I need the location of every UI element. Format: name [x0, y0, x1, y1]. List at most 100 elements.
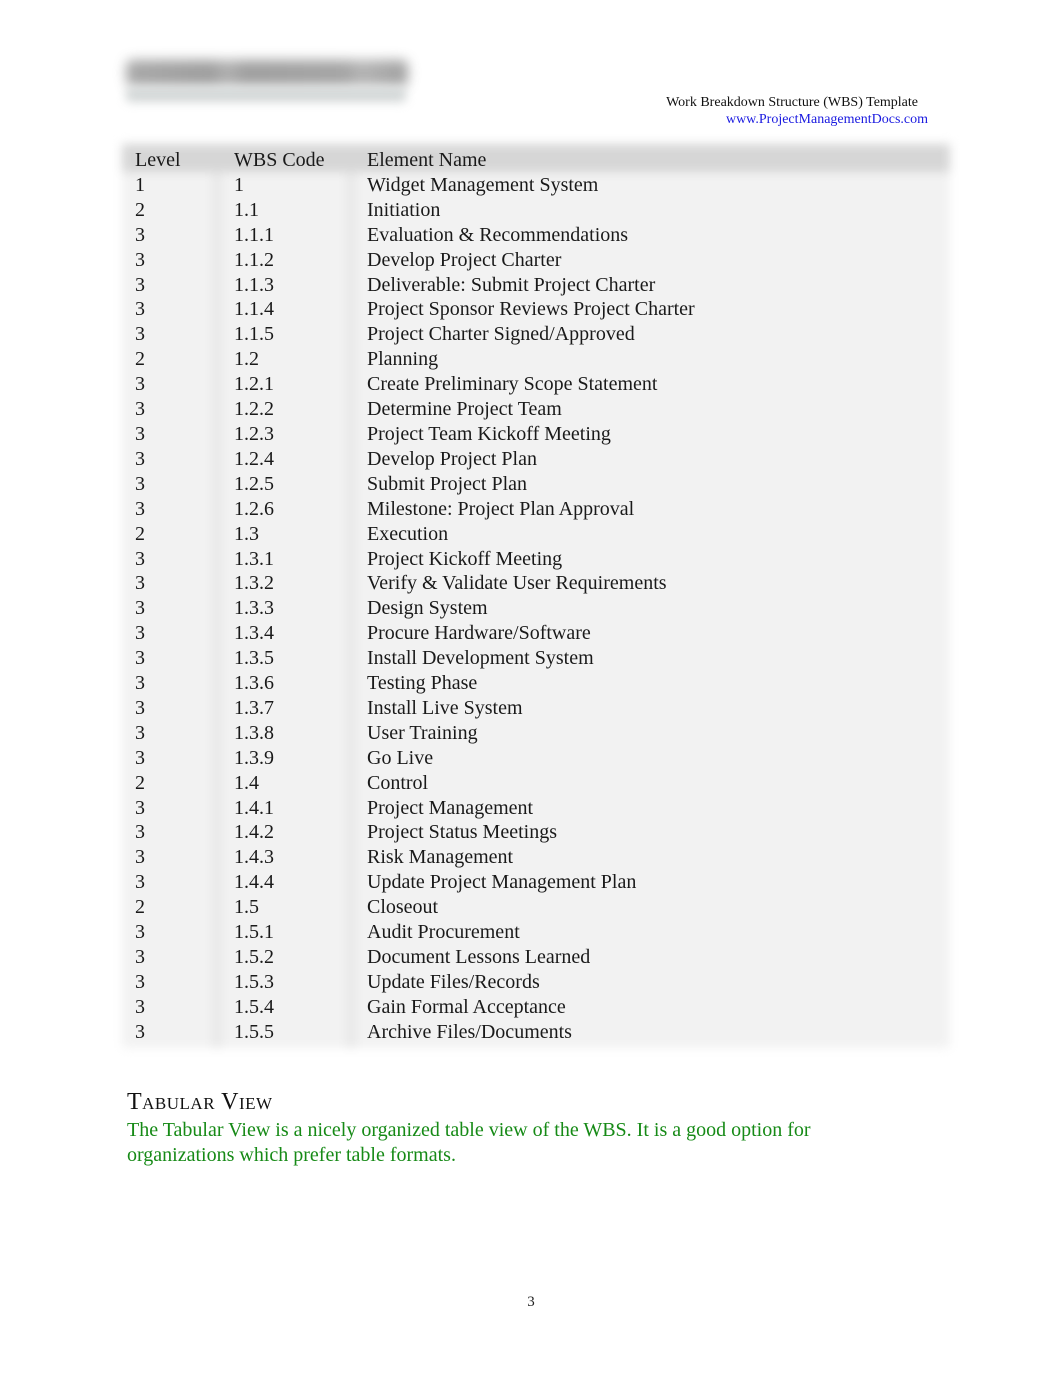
cell-level: 3	[135, 447, 145, 470]
cell-level: 3	[135, 721, 145, 744]
cell-element-name: Project Sponsor Reviews Project Charter	[367, 298, 695, 321]
cell-level: 3	[135, 248, 145, 271]
cell-element-name: Project Kickoff Meeting	[367, 547, 563, 570]
cell-wbs-code: 1	[234, 173, 244, 196]
cell-element-name: Develop Project Plan	[367, 447, 537, 470]
cell-wbs-code: 1.2.3	[234, 422, 274, 445]
table-row: 3 1.1.1 Evaluation & Recommendations	[122, 223, 950, 248]
cell-element-name: Install Development System	[367, 647, 594, 670]
cell-element-name: Update Files/Records	[367, 970, 540, 993]
cell-element-name: Document Lessons Learned	[367, 946, 591, 968]
cell-level: 3	[135, 497, 145, 520]
cell-element-name: Planning	[367, 348, 439, 371]
document-title: Work Breakdown Structure (WBS) Template	[666, 95, 918, 110]
table-row: 3 1.5.3 Update Files/Records	[122, 970, 950, 995]
column-header-level: Level	[135, 149, 181, 171]
cell-element-name: Closeout	[367, 896, 439, 919]
table-row: 3 1.2.6 Milestone: Project Plan Approval	[122, 497, 950, 522]
cell-level: 1	[135, 173, 145, 196]
table-row: 3 1.3.9 Go Live	[122, 746, 950, 771]
cell-wbs-code: 1.3.7	[234, 696, 274, 719]
cell-wbs-code: 1.2.1	[234, 373, 274, 396]
cell-level: 3	[135, 746, 145, 769]
cell-level: 2	[135, 522, 145, 545]
cell-level: 3	[135, 472, 145, 495]
page-number: 3	[527, 1294, 535, 1310]
cell-element-name: Update Project Management Plan	[367, 871, 637, 894]
cell-element-name: Go Live	[367, 746, 434, 769]
cell-level: 3	[135, 672, 145, 695]
cell-wbs-code: 1.3.3	[234, 597, 274, 620]
table-row: 3 1.2.2 Determine Project Team	[122, 397, 950, 422]
cell-level: 3	[135, 846, 145, 869]
cell-level: 3	[135, 323, 145, 346]
cell-element-name: Develop Project Charter	[367, 248, 562, 271]
table-row: 3 1.5.4 Gain Formal Acceptance	[122, 995, 950, 1020]
cell-level: 3	[135, 647, 145, 670]
table-row: 3 1.1.3 Deliverable: Submit Project Charte…	[122, 273, 950, 298]
cell-wbs-code: 1.1	[234, 198, 259, 221]
cell-wbs-code: 1.3	[234, 522, 259, 545]
cell-wbs-code: 1.2	[234, 348, 259, 371]
cell-wbs-code: 1.2.2	[234, 398, 274, 421]
table-row: 2 1.3 Execution	[122, 522, 950, 547]
table-row: 1 1 Widget Management System	[122, 173, 950, 198]
cell-wbs-code: 1.5.3	[234, 970, 274, 993]
cell-element-name: Project Charter Signed/Approved	[367, 323, 635, 346]
cell-wbs-code: 1.4.2	[234, 821, 274, 844]
cell-element-name: Archive Files/Documents	[367, 1020, 572, 1043]
cell-wbs-code: 1.4	[234, 771, 259, 794]
cell-level: 3	[135, 796, 145, 819]
table-row: 3 1.1.4 Project Sponsor Reviews Project Ch…	[122, 297, 950, 322]
cell-level: 3	[135, 223, 145, 246]
cell-level: 3	[135, 821, 145, 844]
section-description: The Tabular View is a nicely organized t…	[127, 1119, 811, 1166]
cell-level: 3	[135, 572, 145, 595]
website-link[interactable]: www.ProjectManagementDocs.com	[726, 112, 928, 127]
table-row: 3 1.2.5 Submit Project Plan	[122, 472, 950, 497]
cell-wbs-code: 1.2.6	[234, 497, 274, 520]
cell-element-name: Design System	[367, 597, 488, 620]
column-header-wbs-code: WBS Code	[234, 149, 325, 171]
cell-level: 2	[135, 896, 145, 919]
cell-wbs-code: 1.1.2	[234, 248, 274, 271]
cell-element-name: Determine Project Team	[367, 398, 562, 421]
table-row: 3 1.4.2 Project Status Meetings	[122, 820, 950, 845]
cell-level: 3	[135, 1020, 145, 1043]
table-row: 3 1.3.8 User Training	[122, 721, 950, 746]
table-row: 2 1.5 Closeout	[122, 895, 950, 920]
cell-element-name: Execution	[367, 522, 449, 545]
cell-level: 3	[135, 995, 145, 1018]
cell-wbs-code: 1.4.1	[234, 796, 274, 819]
cell-level: 3	[135, 373, 145, 396]
cell-element-name: Verify & Validate User Requirements	[367, 572, 667, 595]
page-header: Work Breakdown Structure (WBS) Template …	[666, 94, 928, 128]
column-header-element-name: Element Name	[367, 149, 487, 171]
table-row: 3 1.2.1 Create Preliminary Scope Statement	[122, 372, 950, 397]
cell-wbs-code: 1.3.9	[234, 746, 274, 769]
table-row: 3 1.3.2 Verify & Validate User Requirement…	[122, 571, 950, 596]
cell-wbs-code: 1.1.3	[234, 273, 274, 296]
cell-level: 3	[135, 946, 145, 968]
cell-element-name: Initiation	[367, 198, 441, 221]
cell-level: 3	[135, 696, 145, 719]
table-row: 3 1.5.1 Audit Procurement	[122, 920, 950, 945]
cell-wbs-code: 1.5.4	[234, 995, 274, 1018]
cell-level: 3	[135, 921, 145, 944]
cell-wbs-code: 1.1.4	[234, 298, 274, 321]
cell-wbs-code: 1.5.1	[234, 921, 274, 944]
cell-element-name: Project Status Meetings	[367, 821, 557, 844]
table-row: 3 1.2.3 Project Team Kickoff Meeting	[122, 422, 950, 447]
cell-element-name: Submit Project Plan	[367, 472, 527, 495]
company-logo	[122, 52, 412, 108]
cell-wbs-code: 1.1.5	[234, 323, 274, 346]
cell-level: 3	[135, 422, 145, 445]
table-row: 3 1.3.1 Project Kickoff Meeting	[122, 547, 950, 572]
cell-wbs-code: 1.1.1	[234, 223, 274, 246]
table-row: 3 1.3.6 Testing Phase	[122, 671, 950, 696]
cell-element-name: Create Preliminary Scope Statement	[367, 373, 658, 396]
cell-wbs-code: 1.2.5	[234, 472, 274, 495]
cell-element-name: Deliverable: Submit Project Charter	[367, 273, 656, 296]
logo-wordmark	[126, 60, 408, 86]
cell-level: 3	[135, 298, 145, 321]
